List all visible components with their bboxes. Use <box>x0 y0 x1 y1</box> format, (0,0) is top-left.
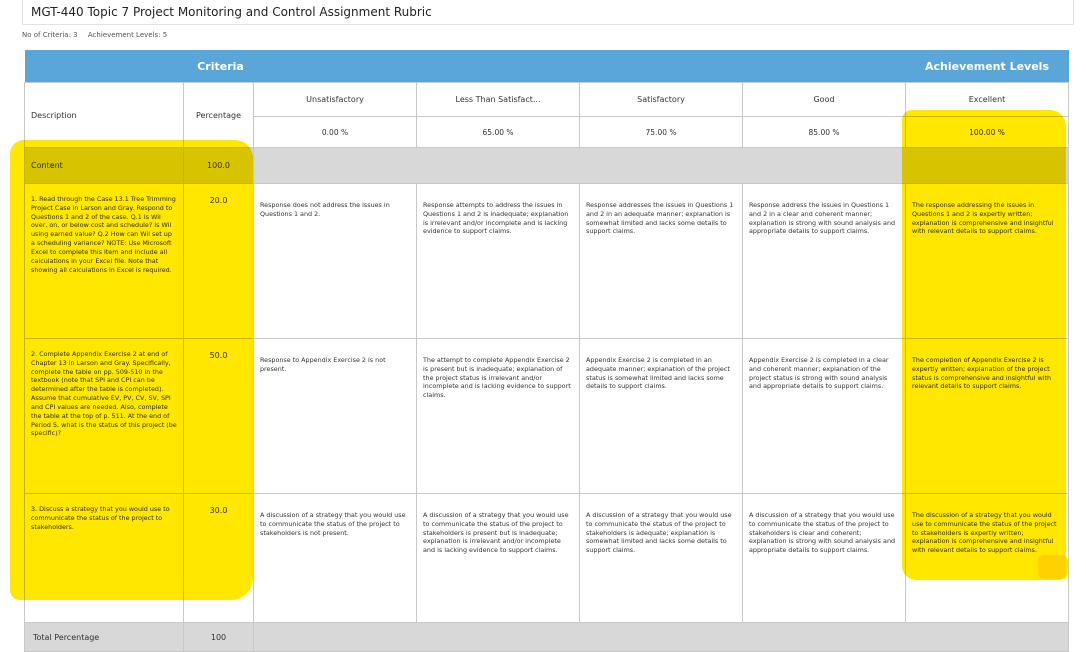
level-header-less-than-satisfactory: Less Than Satisfact... <box>416 82 581 117</box>
criterion-weight: 20.0 <box>183 183 254 339</box>
rubric-title-bar: MGT-440 Topic 7 Project Monitoring and C… <box>22 0 1074 25</box>
criterion-weight: 50.0 <box>183 338 254 494</box>
criterion-row: 1. Read through the Case 13.1 Tree Trimm… <box>24 183 1070 339</box>
criterion-level-text: A discussion of a strategy that you woul… <box>742 493 907 623</box>
section-name: Content <box>24 147 184 184</box>
criterion-description: 1. Read through the Case 13.1 Tree Trimm… <box>24 183 184 339</box>
total-filler <box>252 622 1070 652</box>
section-weight: 100.0 <box>183 147 254 184</box>
rubric-table: Criteria Achievement Levels Description … <box>24 50 1070 652</box>
header-band: Criteria Achievement Levels <box>24 50 1069 83</box>
criteria-band-label: Criteria <box>24 50 417 83</box>
criterion-level-text: Appendix Exercise 2 is completed in an a… <box>579 338 744 494</box>
achievement-levels-band-label: Achievement Levels <box>905 50 1069 83</box>
criterion-description: 2. Complete Appendix Exercise 2 at end o… <box>24 338 184 494</box>
level-percentage: 75.00 % <box>579 116 744 148</box>
level-header-satisfactory: Satisfactory <box>579 82 744 117</box>
criterion-level-text: Response to Appendix Exercise 2 is not p… <box>252 338 418 494</box>
criterion-level-text: The completion of Appendix Exercise 2 is… <box>905 338 1070 494</box>
achievement-levels-count: Achievement Levels: 5 <box>87 31 168 39</box>
criterion-level-text: The response addressing the issues in Qu… <box>905 183 1070 339</box>
criterion-row: 2. Complete Appendix Exercise 2 at end o… <box>24 338 1070 494</box>
description-header: Description <box>24 82 184 148</box>
section-row-content: Content 100.0 <box>24 147 1070 184</box>
percentage-header: Percentage <box>183 82 254 148</box>
criterion-description: 3. Discuss a strategy that you would use… <box>24 493 184 623</box>
criterion-level-text: A discussion of a strategy that you woul… <box>252 493 418 623</box>
rubric-meta: No of Criteria: 3 Achievement Levels: 5 <box>22 31 167 39</box>
criterion-level-text: A discussion of a strategy that you woul… <box>416 493 581 623</box>
criterion-level-text: Response addresses the issues in Questio… <box>579 183 744 339</box>
criterion-level-text: Appendix Exercise 2 is completed in a cl… <box>742 338 907 494</box>
section-filler <box>252 147 1070 184</box>
criteria-count: No of Criteria: 3 <box>22 31 78 39</box>
total-value: 100 <box>183 622 254 652</box>
level-percentage: 65.00 % <box>416 116 581 148</box>
level-percentage: 0.00 % <box>252 116 418 148</box>
rubric-title: MGT-440 Topic 7 Project Monitoring and C… <box>31 5 432 19</box>
level-header-excellent: Excellent <box>905 82 1070 117</box>
column-header-row: Description Percentage Unsatisfactory Le… <box>24 82 1070 148</box>
criterion-level-text: The discussion of a strategy that you wo… <box>905 493 1070 623</box>
band-spacer <box>416 50 906 83</box>
criterion-level-text: The attempt to complete Appendix Exercis… <box>416 338 581 494</box>
level-percentage: 100.00 % <box>905 116 1070 148</box>
criterion-level-text: Response attempts to address the issues … <box>416 183 581 339</box>
level-header-good: Good <box>742 82 907 117</box>
criterion-row: 3. Discuss a strategy that you would use… <box>24 493 1070 623</box>
total-row: Total Percentage 100 <box>24 622 1070 652</box>
total-label: Total Percentage <box>24 622 184 652</box>
criterion-level-text: Response does not address the issues in … <box>252 183 418 339</box>
criterion-level-text: A discussion of a strategy that you woul… <box>579 493 744 623</box>
criterion-level-text: Response address the issues in Questions… <box>742 183 907 339</box>
level-header-unsatisfactory: Unsatisfactory <box>252 82 418 117</box>
criterion-weight: 30.0 <box>183 493 254 623</box>
level-percentage: 85.00 % <box>742 116 907 148</box>
